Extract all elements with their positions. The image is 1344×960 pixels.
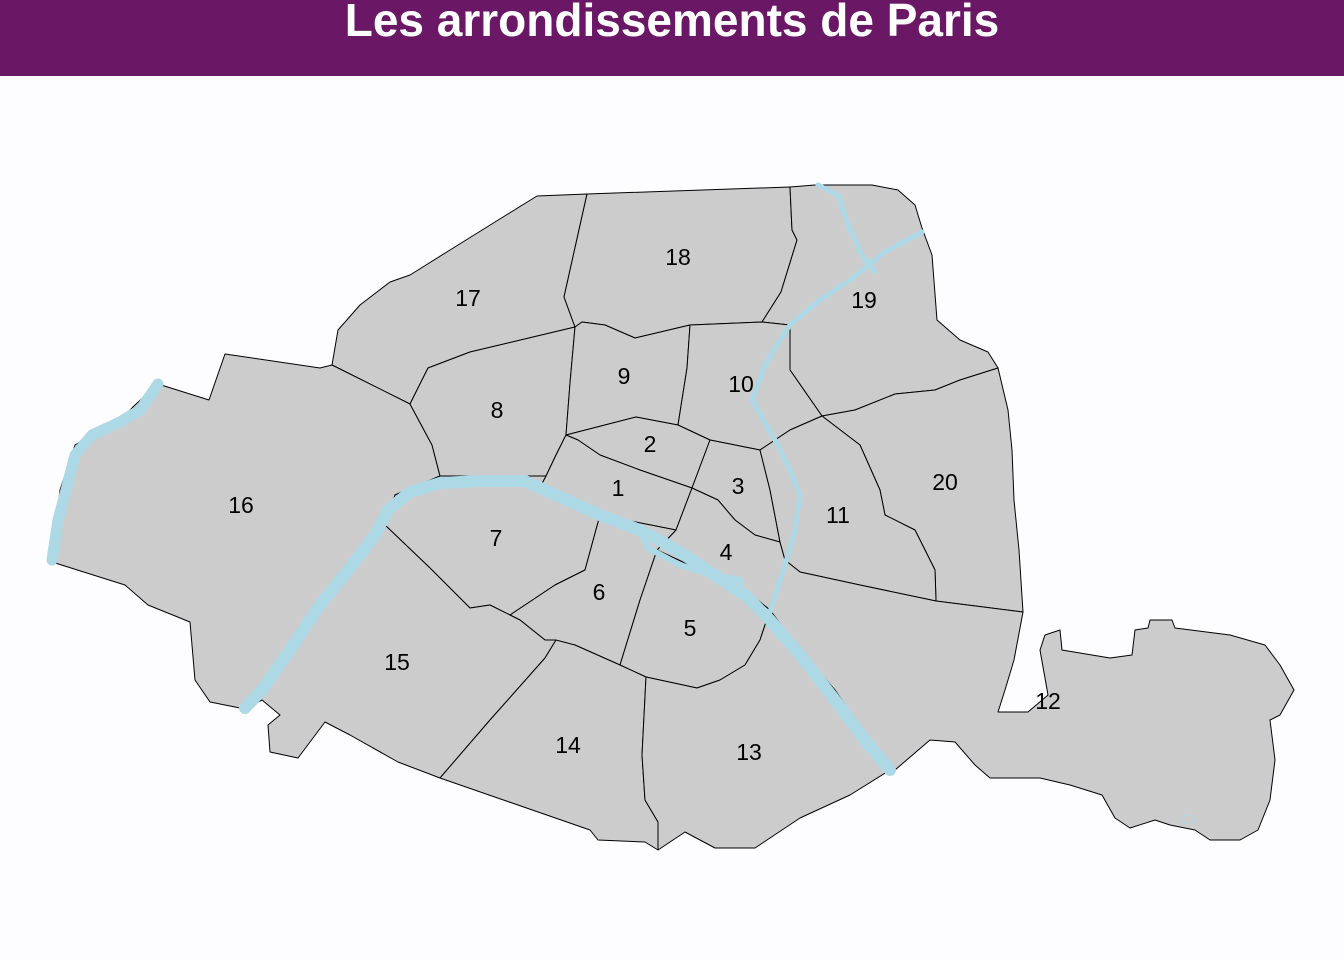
label-arrondissement-5: 5 [684,615,697,641]
label-arrondissement-3: 3 [732,473,745,499]
label-arrondissement-2: 2 [644,431,657,457]
paris-map: 1 2 3 4 5 6 7 8 9 10 11 12 13 14 15 16 1… [46,182,1295,851]
label-arrondissement-19: 19 [851,287,877,313]
label-arrondissement-15: 15 [384,649,410,675]
arrondissement-12[interactable] [769,559,1295,841]
label-arrondissement-10: 10 [728,371,754,397]
label-arrondissement-16: 16 [228,492,254,518]
label-arrondissement-18: 18 [665,244,691,270]
label-arrondissement-8: 8 [491,397,504,423]
label-arrondissement-12: 12 [1035,688,1061,714]
label-arrondissement-4: 4 [720,539,733,565]
label-arrondissement-6: 6 [593,579,606,605]
label-arrondissement-14: 14 [555,732,581,758]
label-arrondissement-7: 7 [490,525,503,551]
label-arrondissement-9: 9 [618,363,631,389]
label-arrondissement-13: 13 [736,739,762,765]
label-arrondissement-11: 11 [826,502,850,528]
label-arrondissement-20: 20 [932,469,958,495]
label-arrondissement-1: 1 [612,475,625,501]
label-arrondissement-17: 17 [455,285,481,311]
